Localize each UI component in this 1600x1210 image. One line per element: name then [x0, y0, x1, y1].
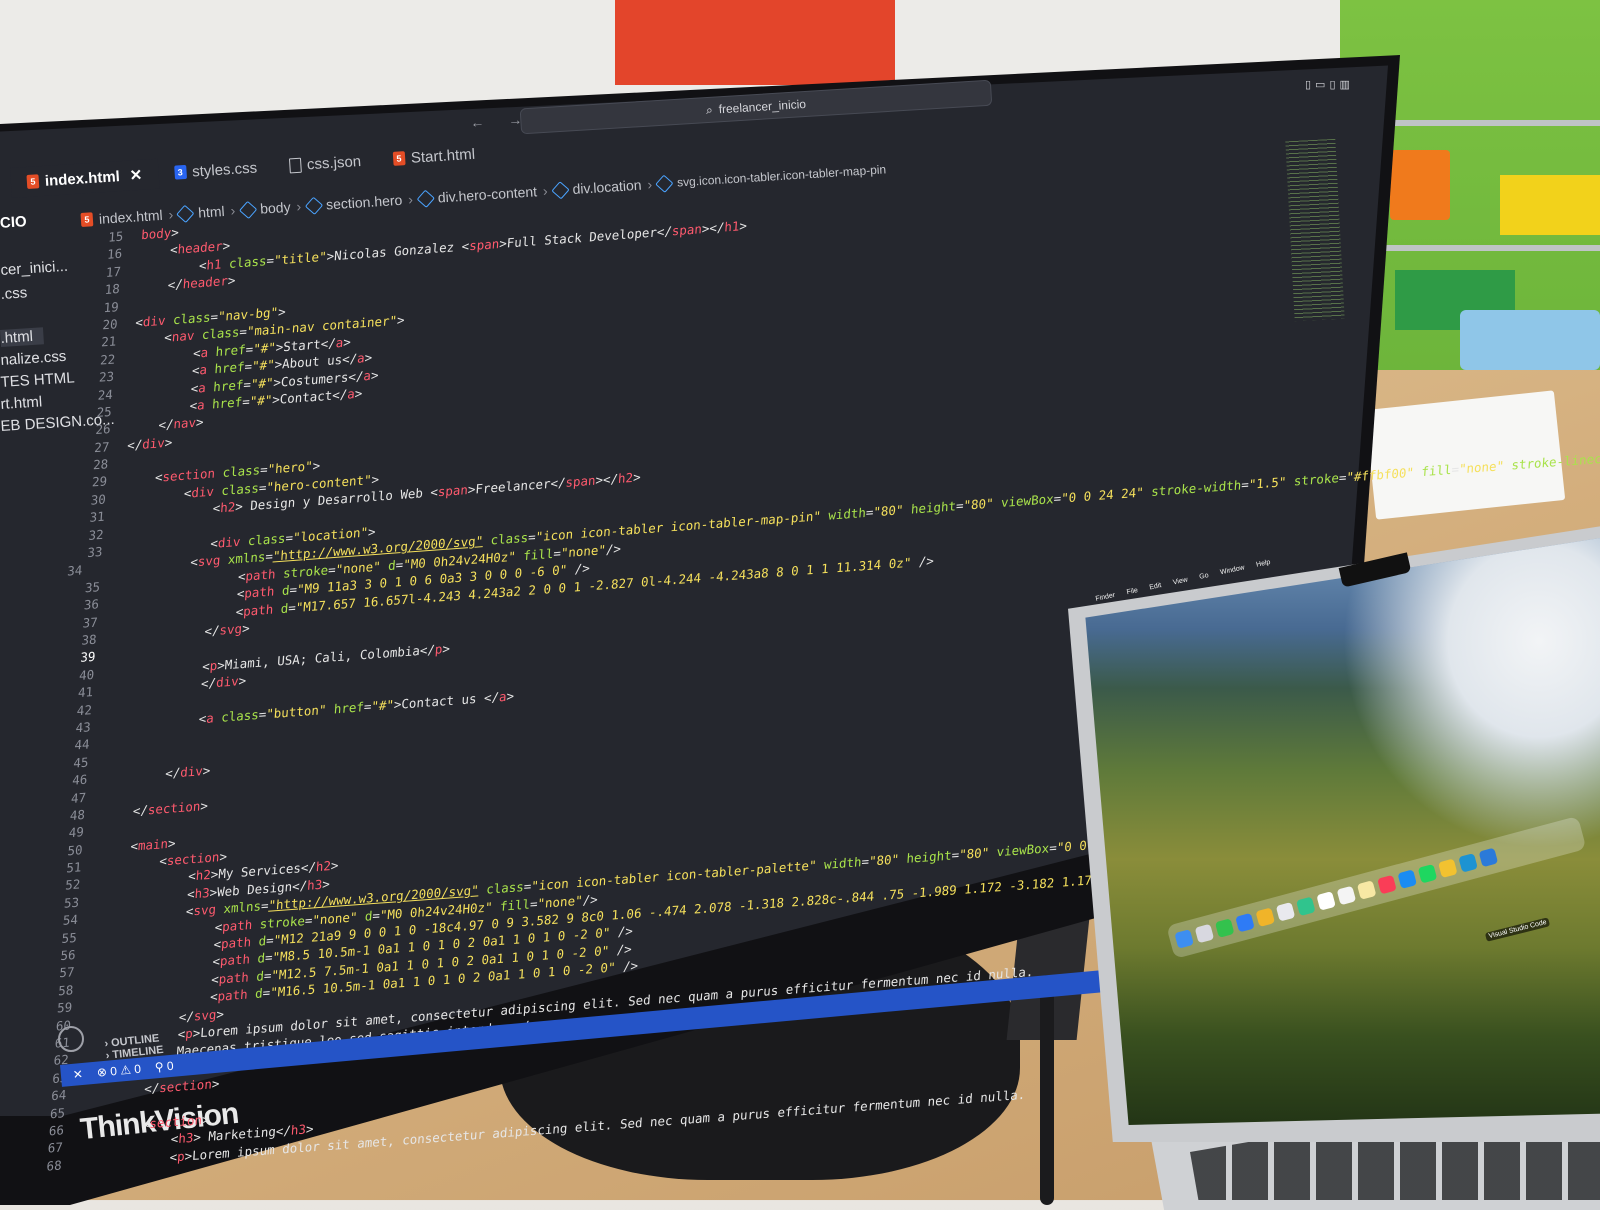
calendar-icon[interactable] — [1316, 891, 1336, 911]
breadcrumb-item[interactable]: html — [198, 203, 225, 221]
sidebar-item-html[interactable]: .html — [0, 327, 44, 347]
stickies-icon[interactable] — [1356, 880, 1377, 900]
blue-bin — [1460, 310, 1600, 370]
safari-icon[interactable] — [1458, 853, 1478, 873]
element-icon — [176, 204, 195, 223]
css3-icon: 3 — [173, 164, 187, 180]
sidebar-item-normalize[interactable]: nalize.css — [0, 348, 67, 369]
sidebar-item-templates[interactable]: TES HTML — [0, 369, 75, 391]
tab-label: index.html — [44, 167, 121, 190]
breadcrumb-item[interactable]: body — [260, 199, 291, 217]
element-icon — [304, 196, 323, 215]
close-icon[interactable]: ✕ — [129, 166, 143, 185]
explorer-header: CIO — [0, 213, 28, 232]
line-number: 34 — [66, 562, 83, 580]
search-icon: ⌕ — [705, 102, 714, 117]
sidebar-item-css[interactable]: .css — [0, 284, 28, 303]
line-number: 68 — [46, 1157, 63, 1174]
vscode-icon[interactable] — [1478, 847, 1499, 868]
sidebar-item-start[interactable]: rt.html — [0, 393, 43, 413]
element-icon — [238, 200, 257, 219]
messages-icon[interactable] — [1214, 918, 1235, 938]
problems-status[interactable]: ⊗ 0 ⚠ 0 — [96, 1062, 141, 1080]
account-icon[interactable] — [58, 1026, 84, 1052]
search-text: freelancer_inicio — [718, 96, 807, 117]
shelf-rail — [1360, 120, 1600, 126]
ports-status[interactable]: ⚲ 0 — [154, 1059, 174, 1075]
tab-label: css.json — [306, 152, 362, 173]
tab-label: styles.css — [191, 159, 258, 181]
orange-bin — [1390, 150, 1450, 220]
html5-icon: 5 — [26, 174, 40, 189]
layout-icons[interactable]: ▯▭▯▥ — [1305, 78, 1354, 91]
shelf-rail — [1360, 245, 1600, 251]
breadcrumb-item[interactable]: index.html — [98, 207, 163, 227]
red-box — [615, 0, 895, 85]
remote-icon[interactable]: ✕ — [72, 1067, 83, 1082]
notes-icon[interactable] — [1255, 907, 1276, 928]
code-text: </div> — [126, 434, 173, 453]
launchpad-icon[interactable] — [1194, 923, 1215, 944]
app-store-icon[interactable] — [1397, 869, 1418, 889]
chrome-icon[interactable] — [1438, 858, 1458, 879]
file-icon — [288, 157, 302, 173]
html5-icon: 5 — [392, 151, 406, 166]
spotify-icon[interactable] — [1417, 863, 1438, 884]
line-number: 33 — [86, 543, 103, 561]
mail-icon[interactable] — [1235, 912, 1255, 933]
tab-label: Start.html — [410, 145, 476, 167]
photos-icon[interactable] — [1275, 901, 1296, 922]
finder-icon[interactable] — [1174, 929, 1194, 949]
reminders-icon[interactable] — [1336, 885, 1357, 906]
facetime-icon[interactable] — [1296, 896, 1316, 917]
yellow-bin — [1500, 175, 1600, 235]
sidebar-item-folder[interactable]: cer_inici... — [0, 258, 68, 279]
music-icon[interactable] — [1377, 874, 1397, 895]
